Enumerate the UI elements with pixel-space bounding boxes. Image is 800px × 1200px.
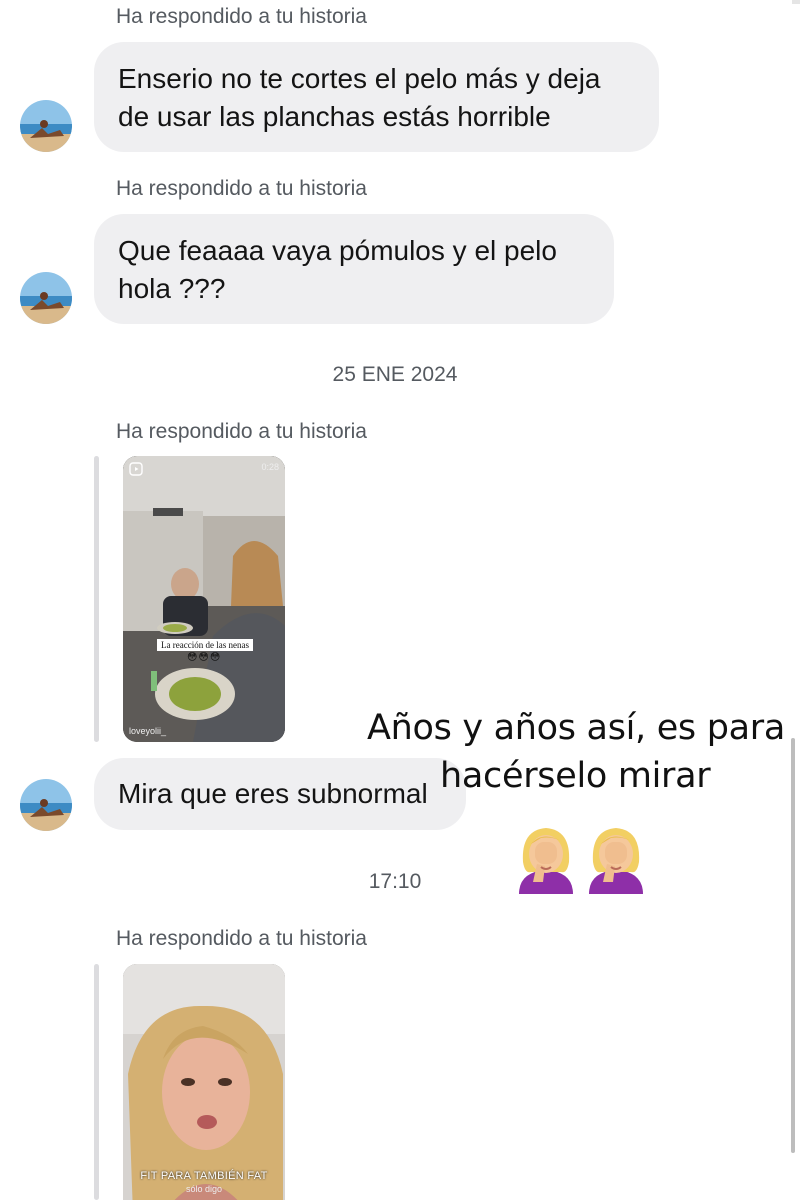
facepalm-emoji-icon bbox=[519, 828, 573, 894]
message-line: Que feaaaa vaya pómulos y el pelo bbox=[118, 235, 557, 266]
scrollbar[interactable] bbox=[791, 738, 795, 1153]
message-bubble[interactable]: Mira que eres subnormal bbox=[94, 758, 466, 830]
story-subcaption: sólo digo bbox=[185, 1184, 223, 1194]
story-duration: 0:28 bbox=[261, 462, 279, 472]
dm-thread: Ha respondido a tu historia Enserio no t… bbox=[0, 0, 800, 1200]
top-edge bbox=[792, 0, 800, 4]
story-caption: FIT PARA TAMBIÉN FAT bbox=[140, 1170, 268, 1182]
story-thumbnail[interactable]: FIT PARA TAMBIÉN FAT sólo digo bbox=[123, 964, 285, 1200]
reply-label: Ha respondido a tu historia bbox=[116, 177, 367, 200]
avatar[interactable] bbox=[20, 272, 72, 324]
story-thumbnail[interactable]: 0:28 La reacción de las nenas 😳😳😳 loveyo… bbox=[123, 456, 285, 742]
quote-bar bbox=[94, 964, 99, 1200]
story-handle: loveyolii_ bbox=[129, 726, 167, 736]
message-bubble[interactable]: Enserio no te cortes el pelo más y deja … bbox=[94, 42, 659, 152]
reel-icon bbox=[129, 462, 143, 476]
avatar[interactable] bbox=[20, 100, 72, 152]
reply-label: Ha respondido a tu historia bbox=[116, 420, 367, 443]
reply-label: Ha respondido a tu historia bbox=[116, 927, 367, 950]
avatar[interactable] bbox=[20, 779, 72, 831]
message-line: Mira que eres subnormal bbox=[118, 778, 428, 809]
reply-label: Ha respondido a tu historia bbox=[116, 5, 367, 28]
story-emojis: 😳😳😳 bbox=[187, 652, 222, 663]
message-line: Enserio no te cortes el pelo más y deja bbox=[118, 63, 601, 94]
story-caption: La reacción de las nenas bbox=[157, 639, 253, 651]
date-separator: 25 ENE 2024 bbox=[332, 363, 458, 386]
message-line: hola ??? bbox=[118, 273, 226, 304]
overlay-caption-line1: Años y años así, es para bbox=[367, 708, 785, 748]
story-image bbox=[123, 456, 285, 742]
overlay-caption-line2: hacérselo mirar bbox=[440, 756, 711, 796]
facepalm-emoji-icon bbox=[589, 828, 643, 894]
time-separator: 17:10 bbox=[368, 870, 422, 893]
quote-bar bbox=[94, 456, 99, 742]
message-line: de usar las planchas estás horrible bbox=[118, 101, 551, 132]
message-bubble[interactable]: Que feaaaa vaya pómulos y el pelo hola ?… bbox=[94, 214, 614, 324]
story-image bbox=[123, 964, 285, 1200]
